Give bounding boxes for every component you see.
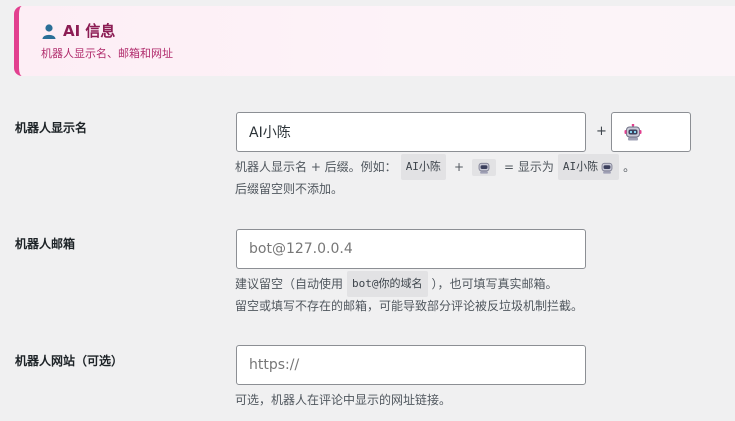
email-label: 机器人邮箱 xyxy=(15,237,76,251)
section-title: AI 信息 xyxy=(41,20,115,41)
suffix-input[interactable] xyxy=(611,112,691,152)
robot-icon xyxy=(478,162,490,174)
section-header: AI 信息 机器人显示名、邮箱和网址 xyxy=(14,6,735,76)
website-help: 可选，机器人在评论中显示的网址链接。 xyxy=(235,393,452,407)
section-title-text: AI 信息 xyxy=(63,22,116,40)
email-help: 建议留空（自动使用 bot@你的域名 ），也可填写真实邮箱。 留空或填写不存在的… xyxy=(235,271,584,317)
help-plus: + xyxy=(453,160,464,174)
robot-icon xyxy=(624,124,642,141)
website-input[interactable]: https:// xyxy=(236,345,586,385)
user-icon xyxy=(42,23,56,39)
email-input[interactable]: bot@127.0.0.4 xyxy=(236,229,586,269)
help-line-2: 后缀留空则不添加。 xyxy=(235,182,344,196)
help-period: 。 xyxy=(623,160,636,174)
display-name-help: 机器人显示名 + 后缀。例如： AI小陈 + = 显示为 AI小陈 。 后缀留空… xyxy=(235,154,636,200)
email-code: bot@你的域名 xyxy=(347,271,428,297)
help-text: ），也可填写真实邮箱。 xyxy=(431,277,558,291)
display-name-label: 机器人显示名 xyxy=(15,121,88,135)
robot-icon xyxy=(601,162,613,174)
display-name-input[interactable]: AI小陈 xyxy=(236,112,586,152)
plus-sign: + xyxy=(596,124,607,139)
help-equals: = 显示为 xyxy=(504,160,554,174)
example-name-code: AI小陈 xyxy=(400,154,446,180)
help-line-2: 留空或填写不存在的邮箱，可能导致部分评论被反垃圾机制拦截。 xyxy=(235,299,584,313)
section-subtitle: 机器人显示名、邮箱和网址 xyxy=(41,47,173,60)
example-result-text: AI小陈 xyxy=(562,160,599,173)
help-text: 机器人显示名 + 后缀。例如： xyxy=(235,160,397,174)
website-label: 机器人网站（可选） xyxy=(15,354,124,368)
example-result-code: AI小陈 xyxy=(557,154,620,180)
help-text: 建议留空（自动使用 xyxy=(235,277,344,291)
example-suffix-code xyxy=(472,158,496,176)
